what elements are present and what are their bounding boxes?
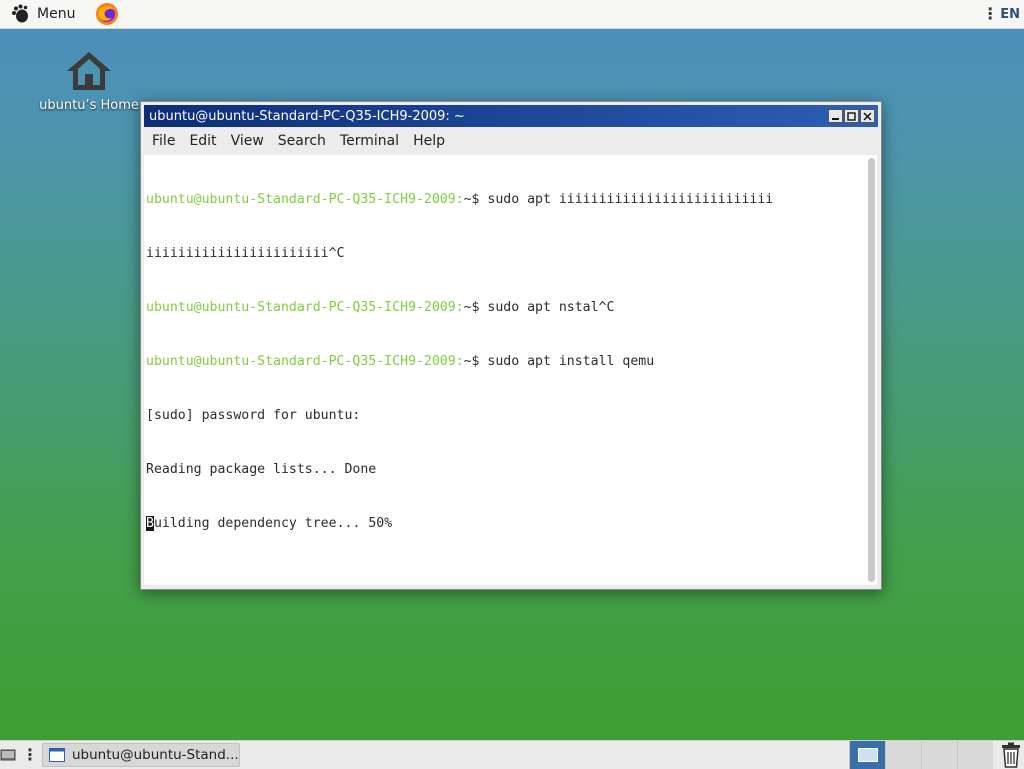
terminal-scrollbar[interactable] — [868, 158, 875, 582]
workspace-window-icon — [857, 748, 878, 762]
desktop-home-icon[interactable]: ubuntu’s Home — [36, 50, 142, 113]
menu-label: Menu — [37, 6, 76, 22]
taskbar-task-label: ubuntu@ubuntu-Stand... — [72, 747, 239, 763]
menu-view[interactable]: View — [224, 133, 271, 149]
menu-help[interactable]: Help — [406, 133, 452, 149]
terminal-command: ~$ sudo apt nstal^C — [463, 300, 615, 315]
menu-search[interactable]: Search — [271, 133, 333, 149]
close-icon — [863, 111, 872, 121]
terminal-command: ~$ sudo apt install qemu — [463, 354, 655, 369]
terminal-line: Building dependency tree... 50% — [146, 515, 868, 533]
show-desktop-icon[interactable] — [0, 746, 18, 764]
window-icon — [49, 748, 65, 762]
trash-icon[interactable] — [1000, 742, 1022, 768]
terminal-menubar: File Edit View Search Terminal Help — [141, 127, 881, 155]
menu-edit[interactable]: Edit — [182, 133, 223, 149]
terminal-output: [sudo] password for ubuntu: — [146, 408, 361, 423]
workspace-2[interactable] — [885, 741, 921, 769]
top-panel: Menu ⋮ EN — [0, 0, 1024, 29]
workspace-1[interactable] — [849, 741, 885, 769]
minimize-button[interactable] — [828, 109, 843, 123]
terminal-output: Reading package lists... Done — [146, 462, 377, 477]
terminal-line: iiiiiiiiiiiiiiiiiiiiiii^C — [146, 245, 868, 263]
panel-options-icon[interactable]: ⋮ — [982, 6, 998, 22]
terminal-output-area[interactable]: ubuntu@ubuntu-Standard-PC-Q35-ICH9-2009:… — [144, 155, 877, 585]
terminal-output: uilding dependency tree... 50% — [153, 516, 393, 531]
workspace-3[interactable] — [921, 741, 957, 769]
maximize-button[interactable] — [844, 109, 859, 123]
terminal-prompt: ubuntu@ubuntu-Standard-PC-Q35-ICH9-2009: — [146, 354, 464, 369]
maximize-icon — [847, 111, 856, 121]
terminal-cursor: B — [146, 516, 154, 531]
terminal-line: [sudo] password for ubuntu: — [146, 407, 868, 425]
terminal-command: ~$ sudo apt iiiiiiiiiiiiiiiiiiiiiiiiiii — [463, 192, 774, 207]
main-menu-button[interactable]: Menu — [0, 0, 81, 28]
terminal-line: Reading package lists... Done — [146, 461, 868, 479]
window-title: ubuntu@ubuntu-Standard-PC-Q35-ICH9-2009:… — [149, 108, 465, 124]
desktop-home-label: ubuntu’s Home — [39, 98, 139, 113]
terminal-line: ubuntu@ubuntu-Standard-PC-Q35-ICH9-2009:… — [146, 353, 868, 371]
terminal-output: iiiiiiiiiiiiiiiiiiiiiii^C — [146, 246, 345, 261]
menu-file[interactable]: File — [145, 133, 182, 149]
terminal-line: ubuntu@ubuntu-Standard-PC-Q35-ICH9-2009:… — [146, 191, 868, 209]
minimize-icon — [832, 117, 839, 120]
terminal-window: ubuntu@ubuntu-Standard-PC-Q35-ICH9-2009:… — [140, 101, 882, 590]
taskbar-options-icon[interactable]: ⋮ — [22, 747, 38, 763]
home-folder-icon — [67, 52, 111, 90]
terminal-line: ubuntu@ubuntu-Standard-PC-Q35-ICH9-2009:… — [146, 299, 868, 317]
terminal-text: ubuntu@ubuntu-Standard-PC-Q35-ICH9-2009:… — [146, 155, 868, 569]
window-titlebar[interactable]: ubuntu@ubuntu-Standard-PC-Q35-ICH9-2009:… — [144, 105, 878, 127]
workspace-4[interactable] — [957, 741, 993, 769]
terminal-prompt: ubuntu@ubuntu-Standard-PC-Q35-ICH9-2009: — [146, 192, 464, 207]
firefox-icon[interactable] — [95, 2, 119, 26]
menu-terminal[interactable]: Terminal — [333, 133, 406, 149]
bottom-panel: ⋮ ubuntu@ubuntu-Stand... — [0, 740, 1024, 769]
language-indicator[interactable]: EN — [1000, 7, 1020, 22]
taskbar-terminal-button[interactable]: ubuntu@ubuntu-Stand... — [42, 743, 240, 767]
close-button[interactable] — [860, 109, 875, 123]
terminal-prompt: ubuntu@ubuntu-Standard-PC-Q35-ICH9-2009: — [146, 300, 464, 315]
workspace-switcher — [849, 741, 993, 769]
gnome-foot-icon — [12, 4, 28, 23]
